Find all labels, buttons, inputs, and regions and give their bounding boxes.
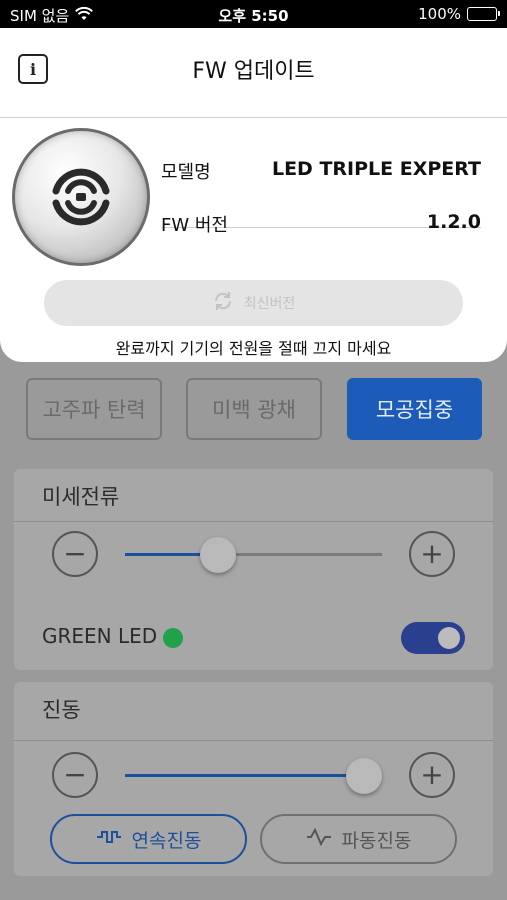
vibration-title: 진동 [42, 698, 81, 722]
latest-version-label: 최신버전 [243, 296, 296, 312]
vibration-slider-knob[interactable] [346, 758, 382, 794]
plus-icon: + [420, 758, 444, 791]
warning-text: 완료까지 기기의 전원을 절때 끄지 마세요 [115, 339, 392, 358]
device-image [12, 128, 150, 266]
green-led-toggle[interactable] [401, 622, 465, 654]
microcurrent-minus-button[interactable]: − [52, 531, 98, 577]
microcurrent-card: 미세전류 − + [14, 469, 493, 619]
continuous-vibration-button[interactable]: 연속진동 [50, 814, 247, 864]
vibration-slider-fill [125, 774, 364, 777]
mode-button-whitening[interactable]: 미백 광채 [186, 378, 322, 440]
fw-version-value: 1.2.0 [426, 211, 481, 233]
sine-wave-icon [306, 827, 332, 851]
green-status-dot [163, 627, 184, 648]
green-led-label: GREEN LED [42, 624, 158, 648]
model-value: LED TRIPLE EXPERT [271, 158, 481, 180]
plus-icon: + [420, 537, 444, 570]
refresh-icon [212, 290, 234, 316]
mode-button-rf[interactable]: 고주파 탄력 [26, 378, 162, 440]
microcurrent-slider-knob[interactable] [199, 537, 236, 573]
wave-vibration-button[interactable]: 파동진동 [260, 814, 457, 864]
battery-percent: 100% [418, 5, 461, 23]
microcurrent-title: 미세전류 [42, 485, 120, 509]
continuous-vibration-label: 연속진동 [131, 829, 202, 852]
vibration-plus-button[interactable]: + [409, 752, 455, 798]
continuous-wave-icon [96, 828, 122, 850]
minus-icon: − [63, 758, 87, 791]
model-label: 모델명 [161, 162, 211, 183]
device-logo-icon [52, 168, 110, 226]
wave-vibration-label: 파동진동 [341, 829, 412, 852]
fw-update-modal: i FW 업데이트 모델명 LED TRIPLE EXPERT FW 버전 1.… [0, 28, 507, 362]
latest-version-button[interactable]: 최신버전 [44, 280, 463, 326]
minus-icon: − [63, 537, 87, 570]
microcurrent-plus-button[interactable]: + [409, 531, 455, 577]
fw-version-label: FW 버전 [161, 215, 228, 236]
modal-header: i FW 업데이트 [0, 28, 507, 118]
status-bar: SIM 없음 오후 5:50 100% [0, 0, 507, 28]
vibration-minus-button[interactable]: − [52, 752, 98, 798]
mode-button-pore[interactable]: 모공집중 [347, 378, 482, 440]
modal-title: FW 업데이트 [192, 59, 315, 84]
green-led-card: GREEN LED [14, 606, 493, 670]
battery-icon [467, 7, 500, 21]
